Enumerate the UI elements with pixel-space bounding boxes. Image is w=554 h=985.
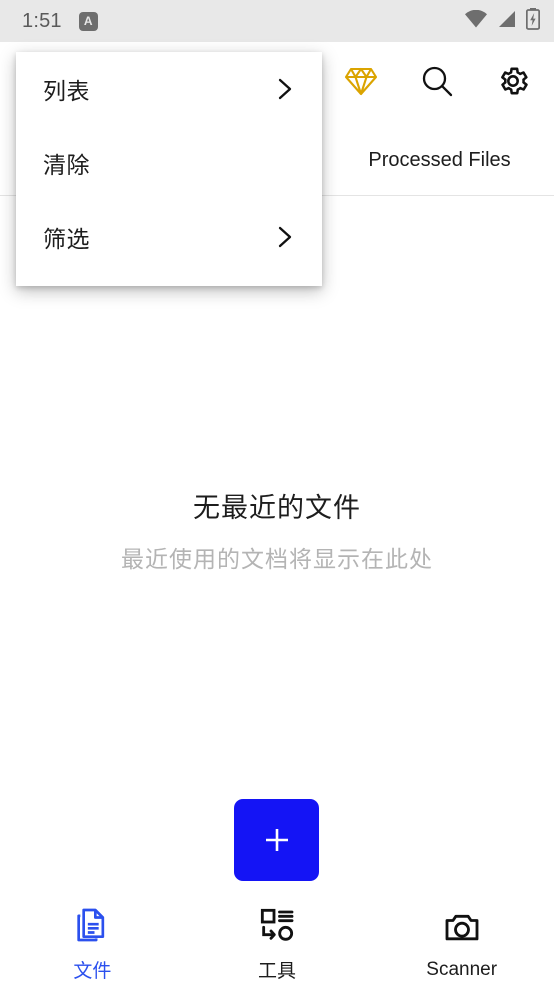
nav-item-files[interactable]: 文件 (0, 903, 185, 985)
nav-label-files: 文件 (73, 961, 112, 982)
status-clock: 1:51 (22, 9, 62, 32)
overflow-dropdown-menu: 列表 清除 筛选 (16, 52, 322, 286)
menu-item-list[interactable]: 列表 (16, 52, 322, 126)
search-icon[interactable] (414, 58, 460, 104)
tab-label: Processed Files (368, 148, 511, 171)
nav-item-tools[interactable]: 工具 (185, 903, 370, 985)
premium-diamond-icon[interactable] (338, 58, 384, 104)
tab-processed-files[interactable]: Processed Files (325, 124, 554, 196)
nav-label-scanner: Scanner (426, 958, 498, 980)
empty-state: 无最近的文件 最近使用的文档将显示在此处 (0, 490, 554, 574)
empty-state-subtitle: 最近使用的文档将显示在此处 (121, 546, 433, 573)
documents-icon (72, 905, 112, 950)
menu-item-filter[interactable]: 筛选 (16, 200, 322, 274)
settings-gear-icon[interactable] (490, 58, 536, 104)
status-bar: 1:51 A (0, 0, 554, 42)
chevron-right-icon (275, 224, 295, 250)
add-file-button[interactable] (234, 799, 319, 881)
menu-item-label: 清除 (43, 152, 90, 178)
nav-label-tools: 工具 (258, 961, 297, 982)
nav-item-scanner[interactable]: Scanner (369, 903, 554, 985)
ime-indicator-icon: A (78, 11, 98, 31)
status-icons (464, 7, 541, 35)
bottom-navigation: 文件 工具 Scanner (0, 903, 554, 985)
app-screen: 1:51 A Processed Files 无最近的文件 最近使用的文档将显示… (0, 0, 554, 985)
chevron-right-icon (275, 76, 295, 102)
cellular-signal-icon (497, 10, 517, 33)
tools-icon (257, 905, 297, 950)
empty-state-title: 无最近的文件 (193, 493, 361, 523)
menu-item-clear[interactable]: 清除 (16, 126, 322, 200)
battery-charging-icon (525, 7, 541, 35)
menu-item-label: 列表 (43, 78, 90, 104)
camera-icon (442, 908, 482, 953)
wifi-icon (464, 9, 488, 33)
plus-icon (265, 829, 288, 851)
menu-item-label: 筛选 (43, 226, 90, 252)
